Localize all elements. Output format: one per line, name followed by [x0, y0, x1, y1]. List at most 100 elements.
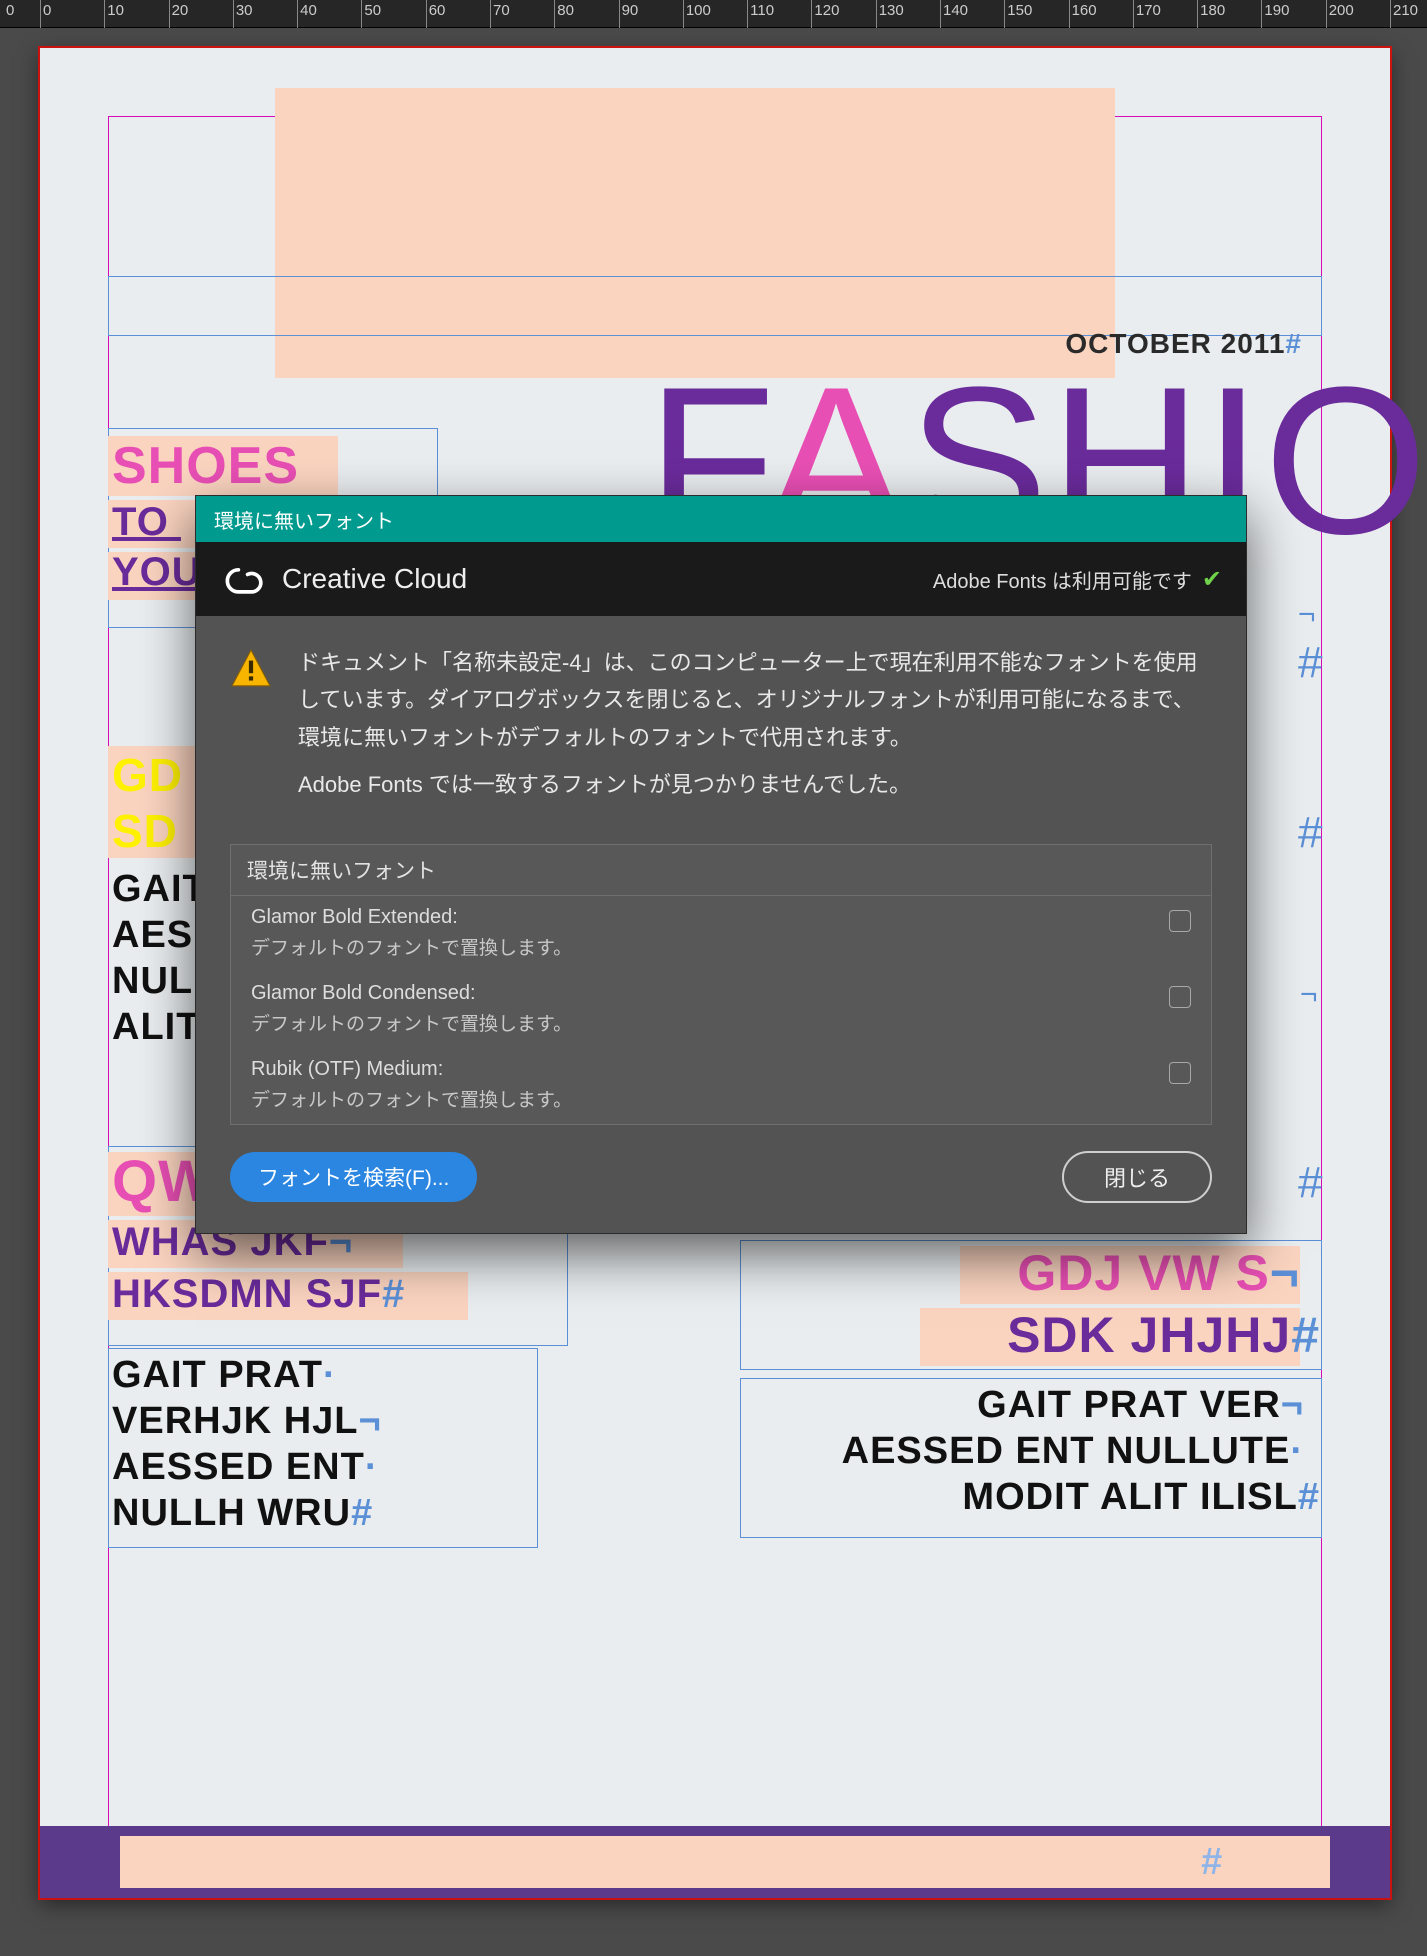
gd-line2: SD [112, 804, 178, 858]
ruler-label: 130 [879, 2, 904, 19]
missing-font-checkbox[interactable] [1169, 910, 1191, 932]
cc-label: Creative Cloud [282, 563, 467, 595]
ruler-label: 120 [814, 2, 839, 19]
dialog-message: ドキュメント「名称未設定-4」は、このコンピューター上で現在利用不能なフォントを… [298, 644, 1212, 814]
dialog-button-row: フォントを検索(F)... 閉じる [196, 1125, 1246, 1233]
ruler-label: 150 [1007, 2, 1032, 19]
dialog-title-text: 環境に無いフォント [214, 505, 394, 534]
gpv-l3: MODIT ALIT ILISL# [962, 1476, 1320, 1519]
ruler-label: 170 [1136, 2, 1161, 19]
missing-font-sub: デフォルトのフォントで置換します。 [251, 933, 572, 960]
ruler-label: 190 [1264, 2, 1289, 19]
ruler-tick [1326, 0, 1327, 28]
shoes-line3: YOU [112, 550, 202, 595]
ruler-tick [876, 0, 877, 28]
para-mark-2: ¬ [1300, 978, 1318, 1012]
gait1-l3: NUL [112, 960, 193, 1003]
gait2-l2: VERHJK HJL¬ [112, 1400, 382, 1443]
cc-status: Adobe Fonts は利用可能です ✔ [933, 565, 1222, 594]
ruler-tick [1133, 0, 1134, 28]
ruler-tick [361, 0, 362, 28]
ruler-tick [169, 0, 170, 28]
gait1-l1: GAIT [112, 868, 207, 911]
dateline-text: OCTOBER 2011 [1065, 328, 1285, 359]
ruler-label: 90 [622, 2, 639, 19]
ruler-tick [683, 0, 684, 28]
missing-fonts-items: Glamor Bold Extended:デフォルトのフォントで置換します。Gl… [231, 896, 1211, 1124]
gdj-l2: SDK JHJHJ# [1007, 1306, 1320, 1364]
dialog-title-bar[interactable]: 環境に無いフォント [196, 496, 1246, 542]
gpv-l2: AESSED ENT NULLUTE· [842, 1430, 1304, 1473]
ruler-label: 0 [43, 2, 51, 19]
ruler-label: 140 [943, 2, 968, 19]
ruler-tick [554, 0, 555, 28]
footer-bar: ODOLOREET • AUTPATE MOLORPERO • EUM ALIQ… [40, 1826, 1390, 1898]
ruler-label: 210 [1393, 2, 1418, 19]
ruler-tick [1004, 0, 1005, 28]
ruler-tick [940, 0, 941, 28]
close-button[interactable]: 閉じる [1062, 1151, 1212, 1203]
gpv-l1: GAIT PRAT VER¬ [977, 1384, 1304, 1427]
dialog-message-p1: ドキュメント「名称未設定-4」は、このコンピューター上で現在利用不能なフォントを… [298, 644, 1212, 756]
hash-float-1: # [1298, 638, 1322, 688]
creative-cloud-icon [220, 556, 266, 602]
ruler-label: 60 [429, 2, 446, 19]
ruler-label: 10 [107, 2, 124, 19]
dialog-body: ドキュメント「名称未設定-4」は、このコンピューター上で現在利用不能なフォントを… [196, 616, 1246, 824]
missing-fonts-list-title: 環境に無いフォント [231, 845, 1211, 896]
missing-font-checkbox[interactable] [1169, 986, 1191, 1008]
missing-font-name: Rubik (OTF) Medium: [251, 1058, 572, 1081]
hash-float-3: # [1298, 1158, 1322, 1208]
ruler-label: 30 [236, 2, 253, 19]
ruler-label: 200 [1329, 2, 1354, 19]
hash-float-2: # [1298, 808, 1322, 858]
shoes-line1: SHOES [112, 436, 299, 496]
gait2-l1: GAIT PRAT· [112, 1354, 337, 1397]
dateline-hash: # [1285, 328, 1302, 359]
ruler-label: 40 [300, 2, 317, 19]
footer-text: ODOLOREET • AUTPATE MOLORPERO • EUM ALIQ… [207, 1841, 1224, 1884]
ruler-label: 100 [686, 2, 711, 19]
dialog-message-p2: Adobe Fonts では一致するフォントが見つかりませんでした。 [298, 766, 1212, 803]
find-fonts-button[interactable]: フォントを検索(F)... [230, 1152, 477, 1202]
gait1-l2: AES [112, 914, 193, 957]
dateline: OCTOBER 2011# [1013, 296, 1302, 392]
qw-line3: HKSDMN SJF# [112, 1272, 405, 1317]
check-icon: ✔ [1202, 565, 1222, 594]
para-mark-1: ¬ [1298, 598, 1316, 632]
ruler-tick [1069, 0, 1070, 28]
ruler-label: 110 [750, 2, 774, 19]
ruler-label: 50 [364, 2, 381, 19]
ruler-tick [426, 0, 427, 28]
ruler-origin-label: 0 [6, 2, 14, 19]
gait1-l4: ALIT [112, 1006, 200, 1049]
missing-font-name: Glamor Bold Extended: [251, 906, 572, 929]
gait2-l4: NULLH WRU# [112, 1492, 373, 1535]
missing-fonts-list: 環境に無いフォント Glamor Bold Extended: デフォルトのフォン… [230, 844, 1212, 1125]
ruler-tick [1197, 0, 1198, 28]
ruler-tick [297, 0, 298, 28]
shoes-line2: TO [112, 500, 181, 545]
ruler-horizontal[interactable]: 0010203040506070809010011012013014015016… [0, 0, 1427, 28]
ruler-tick [490, 0, 491, 28]
ruler-tick [233, 0, 234, 28]
missing-font-sub: デフォルトのフォントで置換します。 [251, 1009, 572, 1036]
ruler-label: 180 [1200, 2, 1225, 19]
ruler-tick [1390, 0, 1391, 28]
ruler-tick [40, 0, 41, 28]
ruler-label: 80 [557, 2, 574, 19]
ruler-label: 160 [1072, 2, 1097, 19]
missing-font-item[interactable]: Glamor Bold Condensed:デフォルトのフォントで置換します。 [231, 972, 1211, 1048]
ruler-tick [1261, 0, 1262, 28]
gd-line1: GD [112, 748, 183, 802]
dialog-cc-banner: Creative Cloud Adobe Fonts は利用可能です ✔ [196, 542, 1246, 616]
gdj-l1: GDJ VW S¬ [1017, 1244, 1300, 1302]
missing-fonts-dialog[interactable]: 環境に無いフォント Creative Cloud Adobe Fonts は利用… [195, 495, 1247, 1234]
missing-font-checkbox[interactable] [1169, 1062, 1191, 1084]
cc-status-text: Adobe Fonts は利用可能です [933, 565, 1192, 594]
gait2-l3: AESSED ENT· [112, 1446, 378, 1489]
missing-font-item[interactable]: Glamor Bold Extended: デフォルトのフォントで置換します。 [231, 896, 1211, 972]
ruler-tick [747, 0, 748, 28]
missing-font-sub: デフォルトのフォントで置換します。 [251, 1085, 572, 1112]
missing-font-item[interactable]: Rubik (OTF) Medium: デフォルトのフォントで置換します。 [231, 1048, 1211, 1124]
